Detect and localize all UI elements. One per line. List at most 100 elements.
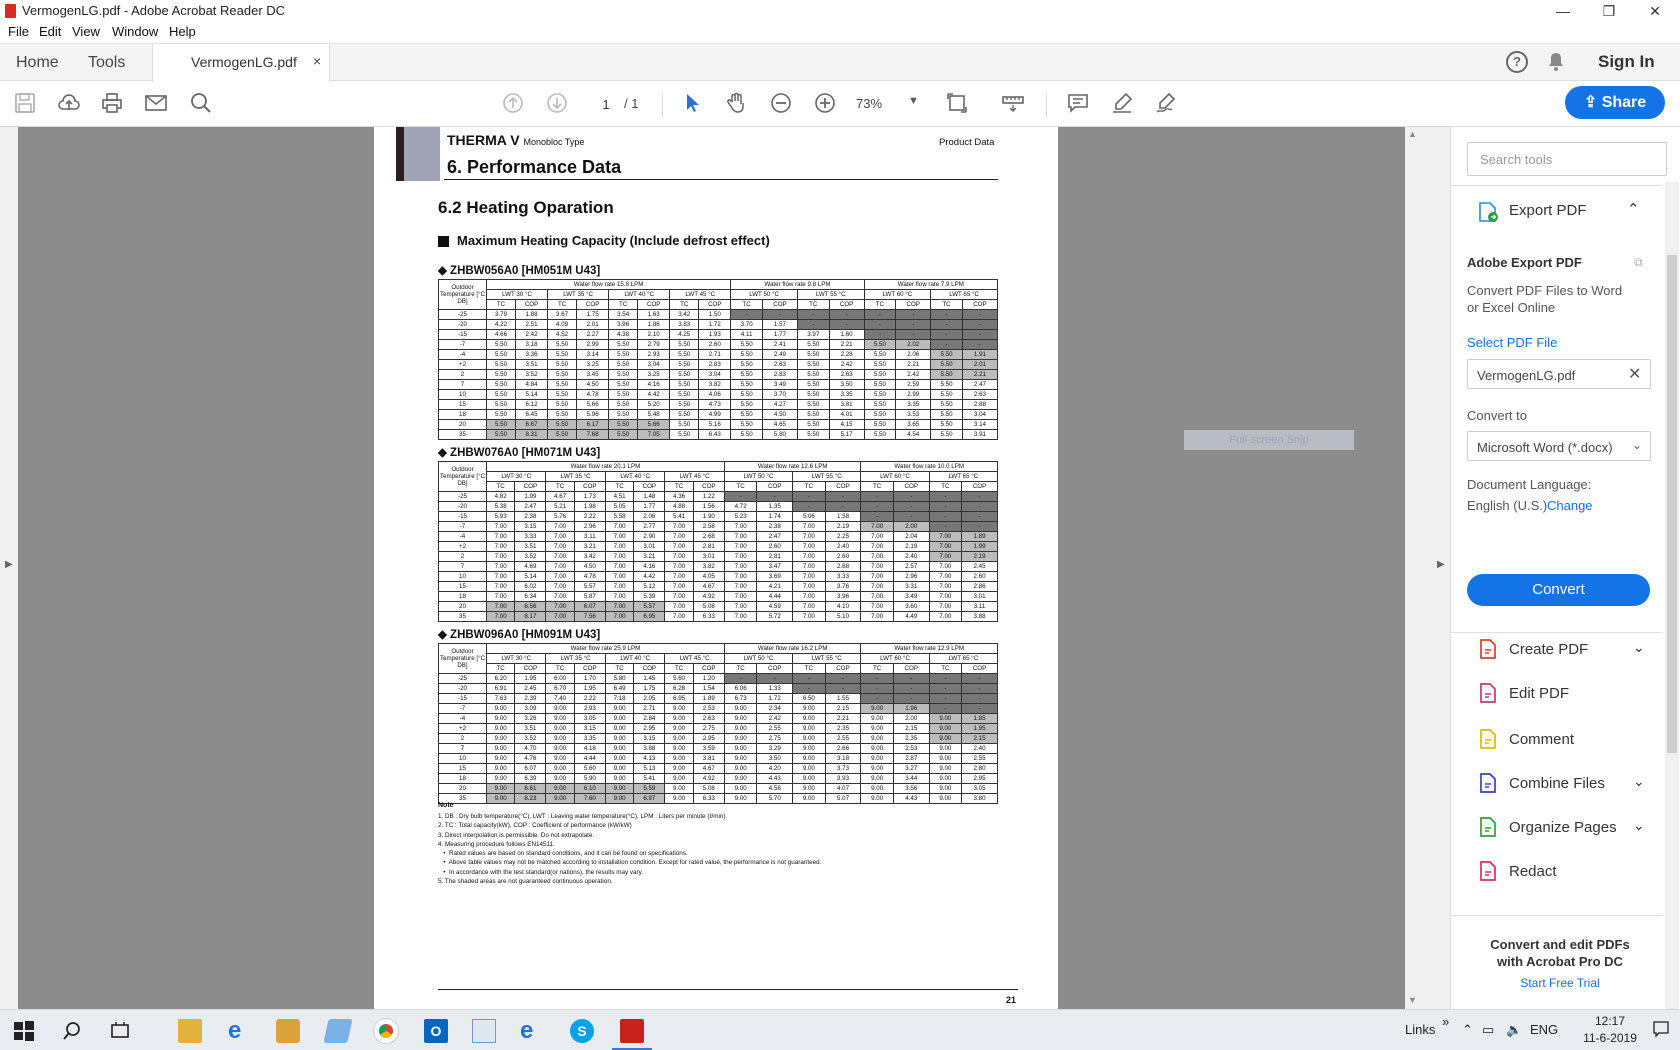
value-cell: 3.25 bbox=[637, 369, 671, 380]
network-icon[interactable]: ▭ bbox=[1482, 1022, 1494, 1038]
menu-edit[interactable]: Edit bbox=[39, 24, 61, 39]
zoom-out-icon[interactable] bbox=[768, 91, 794, 117]
value-cell: 6.49 bbox=[604, 683, 635, 694]
scroll-down-icon[interactable]: ▼ bbox=[1408, 995, 1417, 1005]
sign-in-link[interactable]: Sign In bbox=[1598, 52, 1655, 72]
remove-file-icon[interactable]: ✕ bbox=[1628, 364, 1641, 384]
menu-file[interactable]: File bbox=[8, 24, 29, 39]
share-button[interactable]: ⇪ Share bbox=[1565, 86, 1665, 119]
acrobat-app-icon bbox=[5, 4, 16, 18]
hand-tool-icon[interactable] bbox=[723, 91, 749, 117]
convert-button[interactable]: Convert bbox=[1467, 574, 1650, 606]
skype-icon[interactable]: S bbox=[570, 1019, 594, 1043]
format-select[interactable]: Microsoft Word (*.docx) ⌄ bbox=[1467, 431, 1651, 461]
value-cell: - bbox=[824, 491, 862, 502]
outlook-icon[interactable]: O bbox=[424, 1019, 448, 1043]
page-number-input[interactable] bbox=[589, 93, 623, 115]
table-row: 10 5.50 5.14 5.50 4.78 5.50 4.42 5.50 4.06 5.50 3.… bbox=[438, 389, 999, 400]
tab-tools[interactable]: Tools bbox=[88, 54, 125, 72]
search-icon[interactable] bbox=[188, 91, 214, 117]
zoom-level-dropdown[interactable]: 73% bbox=[856, 96, 882, 111]
column-header: TC bbox=[792, 663, 826, 674]
help-icon[interactable]: ? bbox=[1506, 51, 1528, 73]
collapse-right-panel-icon[interactable]: ▶ bbox=[1437, 559, 1445, 570]
menu-view[interactable]: View bbox=[72, 24, 100, 39]
comment-icon[interactable] bbox=[1065, 91, 1091, 117]
fit-page-icon[interactable] bbox=[944, 91, 970, 117]
measure-tool-icon[interactable] bbox=[1000, 91, 1026, 117]
tools-pane-scrollbar[interactable] bbox=[1665, 182, 1679, 1009]
close-tab-icon[interactable]: × bbox=[313, 53, 321, 69]
acrobat-taskbar-icon[interactable] bbox=[620, 1019, 644, 1043]
lwt-header: LWT 30 °C bbox=[485, 471, 547, 482]
search-taskbar-icon[interactable] bbox=[60, 1019, 84, 1043]
highlight-pen-icon[interactable] bbox=[1109, 91, 1135, 117]
expand-chevron-icon[interactable]: ⌄ bbox=[1633, 817, 1645, 834]
clock-time[interactable]: 12:17 bbox=[1580, 1014, 1640, 1028]
previous-page-icon[interactable] bbox=[500, 91, 526, 117]
next-page-icon[interactable] bbox=[544, 91, 570, 117]
notepad-app-icon[interactable] bbox=[323, 1019, 353, 1043]
input-language[interactable]: ENG bbox=[1530, 1022, 1558, 1037]
value-cell: - bbox=[860, 683, 894, 694]
zoom-in-icon[interactable] bbox=[812, 91, 838, 117]
value-cell: 7.00 bbox=[792, 601, 826, 612]
windows-start-icon[interactable] bbox=[12, 1019, 36, 1043]
volume-icon[interactable]: 🔈 bbox=[1506, 1022, 1522, 1038]
value-cell: 9.00 bbox=[723, 783, 758, 794]
value-cell: 6.43 bbox=[698, 429, 732, 440]
menu-window[interactable]: Window bbox=[112, 24, 158, 39]
action-center-icon[interactable] bbox=[1652, 1020, 1670, 1038]
tools-pane-scroll-thumb[interactable] bbox=[1667, 255, 1677, 753]
task-view-icon[interactable] bbox=[108, 1019, 132, 1043]
value-cell: 5.50 bbox=[796, 389, 830, 400]
print-icon[interactable] bbox=[99, 91, 125, 117]
select-tool-icon[interactable] bbox=[679, 91, 705, 117]
notifications-bell-icon[interactable] bbox=[1548, 52, 1564, 72]
collapse-chevron-icon[interactable]: ⌃ bbox=[1627, 200, 1640, 218]
save-icon[interactable] bbox=[12, 91, 38, 117]
remote-desktop-icon[interactable] bbox=[472, 1019, 496, 1043]
internet-explorer-icon[interactable]: e bbox=[228, 1019, 252, 1043]
table-row: -20 6.91 2.45 6.70 1.95 6.49 1.75 6.28 1.54 6.06 1… bbox=[438, 683, 998, 694]
model-name: ZHBW096A0 [HM091M U43] bbox=[450, 629, 601, 641]
email-icon[interactable] bbox=[143, 91, 169, 117]
tab-home[interactable]: Home bbox=[16, 54, 59, 72]
value-cell: 7.00 bbox=[792, 531, 826, 542]
value-cell: 6.61 bbox=[514, 783, 547, 794]
media-player-icon[interactable] bbox=[276, 1019, 300, 1043]
clock-date[interactable]: 11-6-2019 bbox=[1580, 1031, 1640, 1045]
sign-icon[interactable] bbox=[1153, 91, 1179, 117]
maximize-button[interactable]: ❐ bbox=[1586, 0, 1632, 22]
scroll-up-icon[interactable]: ▲ bbox=[1408, 129, 1417, 139]
start-free-trial-link[interactable]: Start Free Trial bbox=[1477, 976, 1643, 990]
export-pdf-heading[interactable]: Export PDF bbox=[1509, 202, 1587, 219]
expand-chevron-icon[interactable]: ⌄ bbox=[1633, 773, 1645, 790]
chrome-icon[interactable] bbox=[374, 1019, 398, 1043]
menu-help[interactable]: Help bbox=[169, 24, 196, 39]
cloud-upload-icon[interactable] bbox=[56, 91, 82, 117]
document-scrollbar[interactable]: ▲ ▼ bbox=[1405, 127, 1420, 1009]
close-window-button[interactable]: ✕ bbox=[1632, 0, 1678, 22]
minimize-button[interactable]: — bbox=[1540, 0, 1586, 22]
value-cell: - bbox=[961, 521, 998, 532]
value-cell: 3.81 bbox=[828, 399, 865, 410]
select-pdf-file-link[interactable]: Select PDF File bbox=[1467, 335, 1557, 350]
links-chevron[interactable]: » bbox=[1442, 1014, 1449, 1029]
search-tools-input[interactable]: Search tools bbox=[1467, 142, 1667, 176]
table-row: -15 7.63 2.39 7.40 2.22 7.18 2.05 6.95 1.89 6.73 1… bbox=[438, 693, 998, 704]
file-explorer-icon[interactable] bbox=[178, 1019, 202, 1043]
value-cell: 1.74 bbox=[756, 511, 794, 522]
selected-file-field[interactable]: VermogenLG.pdf ✕ bbox=[1467, 359, 1651, 389]
tray-overflow-icon[interactable]: ⌃ bbox=[1462, 1022, 1473, 1038]
change-language-link[interactable]: Change bbox=[1547, 498, 1593, 513]
tab-document[interactable]: VermogenLG.pdf × bbox=[152, 44, 330, 82]
links-toolbar[interactable]: Links bbox=[1405, 1022, 1435, 1037]
value-cell: - bbox=[928, 511, 963, 522]
expand-left-panel-icon[interactable]: ▶ bbox=[5, 559, 13, 570]
edge-icon[interactable]: e bbox=[520, 1019, 544, 1043]
value-cell: 2.96 bbox=[892, 571, 930, 582]
zoom-dropdown-chevron-icon[interactable]: ▼ bbox=[908, 95, 919, 107]
expand-chevron-icon[interactable]: ⌄ bbox=[1633, 639, 1645, 656]
copy-icon[interactable]: ⧉ bbox=[1634, 255, 1648, 269]
